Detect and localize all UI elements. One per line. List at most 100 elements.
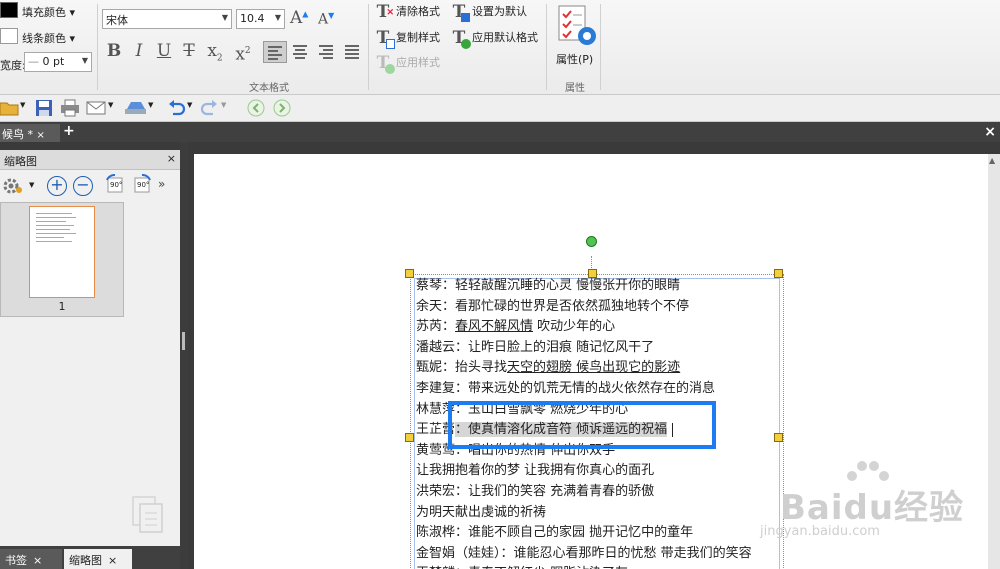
set-default-icon: T [450,3,470,22]
close-icon[interactable]: × [167,152,176,165]
print-icon[interactable] [60,99,80,117]
italic-button[interactable]: I [128,40,150,62]
tab-thumbnails[interactable]: 缩略图 × [64,549,132,569]
underline-button[interactable]: U [153,40,175,62]
separator [368,4,369,90]
rotate-right-button[interactable]: 90° [131,174,153,196]
subscript-mark: 2 [216,53,223,64]
line-text: 让我拥抱着你的梦 让我拥有你真心的面孔 [416,463,655,479]
apply-style-button[interactable]: T 应用样式 [374,53,440,74]
speaker-name: 洪荣宏 [416,483,456,499]
underlined-text: 天空的翅膀 候鸟出现它的影迹 [507,360,681,376]
align-right-button[interactable] [315,41,339,63]
thumbnail-panel: 缩略图 × ▼ + − 90° 90° » 1 [0,150,180,546]
font-name-select[interactable]: 宋体 ▼ [102,9,232,29]
superscript-button[interactable]: x2 [232,40,254,65]
rotate-handle[interactable] [586,236,597,247]
close-icon[interactable]: × [108,554,117,567]
save-icon[interactable] [34,99,54,117]
clear-format-button[interactable]: T ✕ 清除格式 [374,2,440,22]
speaker-name: 甄妮 [416,360,443,376]
line-text: ：抬头寻找 [442,360,508,376]
properties-icon[interactable] [556,4,598,50]
text-line: 潘越云：让昨日脸上的泪痕 随记忆风干了 [416,338,796,359]
panel-splitter[interactable] [180,142,188,569]
properties-button[interactable]: 属性(P) [556,51,593,67]
line-text: ：让昨日脸上的泪痕 随记忆风干了 [455,339,655,355]
chevron-up-icon[interactable]: ▲ [989,156,995,165]
text-line: 余天：看那忙碌的世界是否依然孤独地转个不停 [416,297,796,318]
gear-icon[interactable] [2,176,24,196]
bold-button[interactable]: B [103,40,125,62]
copy-style-button[interactable]: T 复制样式 [374,28,440,49]
chevron-down-icon[interactable]: ▼ [29,181,34,189]
align-left-button[interactable] [263,41,287,63]
redo-icon[interactable] [200,99,220,117]
speaker-name: 李建复 [416,380,456,396]
apply-default-label: 应用默认格式 [472,31,538,44]
email-icon[interactable] [86,99,106,117]
chevron-down-icon: ▼ [274,13,281,22]
panel-title: 缩略图 [4,155,37,168]
rotate-line [591,256,592,270]
fill-color-button[interactable]: 填充颜色 ▾ [22,4,75,20]
line-color-swatch[interactable] [0,28,18,44]
more-options-icon[interactable]: » [158,177,165,191]
resize-handle[interactable] [405,269,414,278]
tab-document[interactable]: 候鸟 * × [0,124,60,142]
speaker-name: 苏芮 [416,319,443,335]
new-tab-button[interactable]: + [63,123,75,139]
chevron-down-icon[interactable]: ▼ [20,101,25,109]
chevron-down-icon[interactable]: ▼ [148,101,153,109]
zoom-out-button[interactable]: − [73,176,93,196]
chevron-down-icon[interactable]: ▼ [187,101,192,109]
chevron-down-icon[interactable]: ▼ [108,101,113,109]
strikethrough-button[interactable]: T [178,40,200,62]
open-folder-icon[interactable] [0,99,20,117]
font-size-select[interactable]: 10.4 ▼ [236,9,285,29]
shrink-font-button[interactable]: A▼ [318,11,334,28]
apply-default-button[interactable]: T 应用默认格式 [450,28,538,49]
scan-icon[interactable] [124,99,146,117]
rotate-left-button[interactable]: 90° [104,174,126,196]
width-combo[interactable]: — 0 pt ▼ [24,52,92,72]
close-icon[interactable]: × [984,124,996,140]
clear-format-label: 清除格式 [396,5,440,18]
chevron-down-icon[interactable]: ▼ [221,101,226,109]
close-icon[interactable]: × [33,554,42,567]
align-justify-button[interactable] [341,41,365,63]
speaker-name: 陈淑桦 [416,525,456,541]
fill-color-swatch[interactable] [0,2,18,18]
line-text: ：谁能忍心看那昨日的忧愁 带走我们的笑容 [500,545,752,561]
text-line: 陈淑桦：谁能不顾自己的家园 抛开记忆中的童年 [416,523,796,544]
separator [546,4,547,90]
set-default-button[interactable]: T 设置为默认 [450,2,527,22]
panel-bottom-tabs: 书签 × 缩略图 × [0,546,180,569]
speaker-name: 余天 [416,298,443,314]
shrink-font-icon: A [318,11,329,28]
close-icon[interactable]: × [37,130,45,141]
page-number: 1 [58,300,66,313]
superscript-icon: x [235,44,245,65]
panel-header: 缩略图 × [0,150,180,170]
zoom-in-button[interactable]: + [47,176,67,196]
page-thumbnail[interactable] [29,206,95,298]
rotate-right-label: 90° [137,181,150,189]
font-size-value: 10.4 [240,12,265,25]
text-line: 金智娟（娃娃）：谁能忍心看那昨日的忧愁 带走我们的笑容 [416,544,796,565]
tab-bookmarks[interactable]: 书签 × [0,549,62,569]
align-center-button[interactable] [289,41,313,63]
pages-icon [130,495,166,535]
back-icon[interactable] [247,99,267,117]
apply-default-icon: T [450,29,471,49]
undo-icon[interactable] [166,99,186,117]
resize-handle[interactable] [405,433,414,442]
subscript-icon: x [207,41,217,61]
clear-format-icon: T ✕ [376,2,394,22]
grow-font-button[interactable]: A▲ [290,8,308,28]
forward-icon[interactable] [273,99,293,117]
fill-color-label: 填充颜色 [22,6,66,19]
watermark-brand: Baidu经验 [780,488,965,528]
subscript-button[interactable]: x2 [204,40,226,64]
line-color-button[interactable]: 线条颜色 ▾ [22,30,75,46]
